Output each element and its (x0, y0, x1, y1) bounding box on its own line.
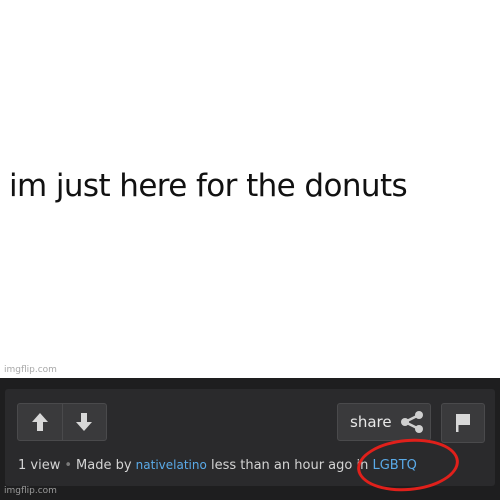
post-time: less than an hour ago in (210, 458, 369, 473)
share-icon (400, 411, 423, 433)
footer-watermark: imgflip.com (4, 486, 57, 496)
share-label: share (350, 413, 392, 431)
made-by-prefix: Made by (76, 458, 132, 473)
view-count: 1 view (18, 458, 61, 473)
downvote-button[interactable] (61, 404, 107, 440)
meme-image: im just here for the donuts imgflip.com (0, 0, 500, 378)
vote-buttons (17, 403, 107, 441)
arrow-down-icon (76, 413, 93, 431)
author-link[interactable]: nativelatino (136, 458, 207, 472)
upvote-button[interactable] (18, 404, 62, 440)
separator-dot: • (64, 458, 73, 473)
meme-watermark: imgflip.com (4, 365, 57, 375)
share-button[interactable]: share (337, 403, 431, 441)
flag-button[interactable] (441, 403, 485, 443)
arrow-up-icon (31, 413, 48, 431)
flag-icon (456, 414, 470, 432)
meme-caption: im just here for the donuts (9, 168, 408, 204)
